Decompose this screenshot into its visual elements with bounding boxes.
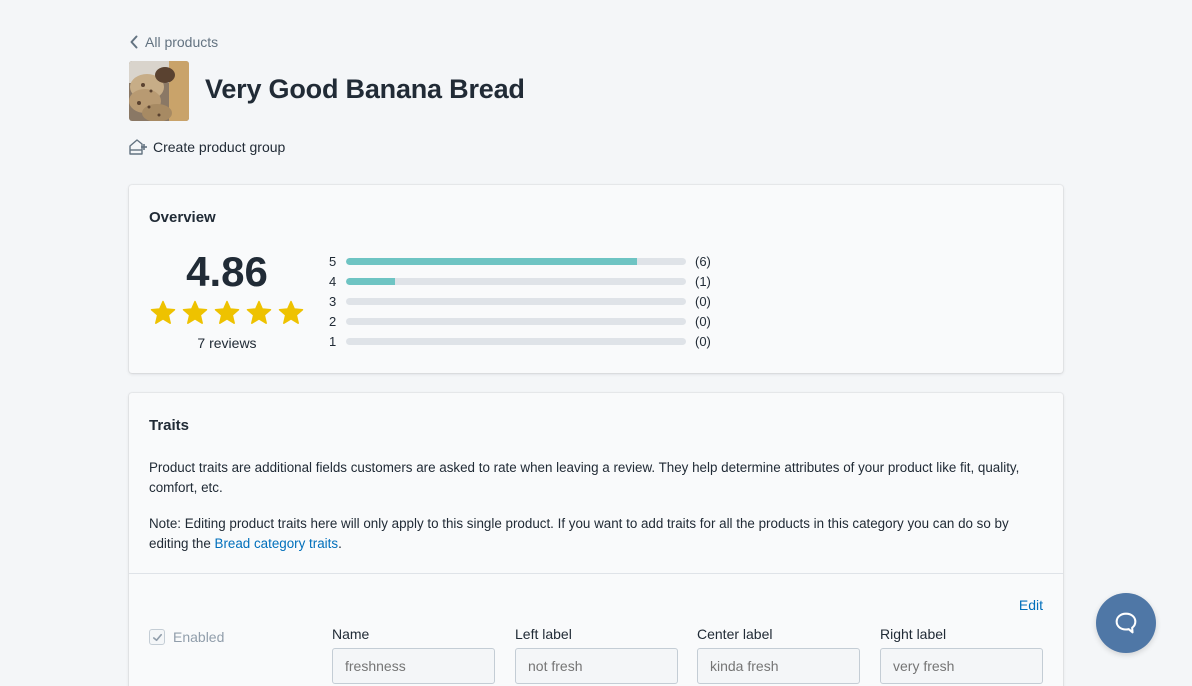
star-icon [182, 300, 208, 324]
rating-bar-star-label: 5 [329, 253, 337, 269]
create-group-label: Create product group [153, 139, 286, 155]
trait-left-label-field: Left label [515, 626, 678, 684]
product-image [129, 61, 189, 121]
rating-bar-row: 5 (6) [329, 251, 711, 271]
rating-bar-row: 4 (1) [329, 271, 711, 291]
rating-bar-count: (0) [695, 313, 711, 329]
enabled-checkbox[interactable]: Enabled [149, 629, 224, 645]
center-label-input[interactable] [697, 648, 860, 684]
trait-center-label-field: Center label [697, 626, 860, 684]
rating-bar-row: 1 (0) [329, 331, 711, 351]
bread-category-traits-link[interactable]: Bread category traits [215, 536, 339, 551]
page-title: Very Good Banana Bread [205, 74, 525, 104]
trait-name-field: Name [332, 626, 495, 684]
field-label: Name [332, 626, 370, 642]
chat-button[interactable] [1096, 593, 1156, 653]
rating-bar-star-label: 4 [329, 273, 337, 289]
back-link-label: All products [145, 34, 219, 50]
rating-bar-fill [346, 257, 638, 265]
traits-note-end: . [338, 536, 342, 551]
overview-card: Overview 4.86 7 reviews 5 (6) 4 (1) 3 (0) 2 (0)… [129, 185, 1063, 373]
star-icon [246, 300, 272, 324]
traits-card: Traits Product traits are additional fie… [129, 393, 1063, 686]
rating-bar-row: 2 (0) [329, 311, 711, 331]
chevron-left-icon [130, 35, 138, 49]
rating-bar-track [346, 297, 686, 305]
field-label: Center label [697, 626, 773, 642]
checkbox-checked-icon[interactable] [149, 629, 165, 645]
star-rating [149, 299, 305, 327]
chat-bubble-icon [1115, 612, 1137, 634]
rating-bar-row: 3 (0) [329, 291, 711, 311]
rating-bar-star-label: 2 [329, 313, 337, 329]
rating-bar-count: (0) [695, 293, 711, 309]
average-rating: 4.86 [186, 248, 268, 295]
create-product-group-button[interactable]: Create product group [128, 137, 285, 157]
traits-description: Product traits are additional fields cus… [149, 460, 1020, 495]
star-icon [214, 300, 240, 324]
rating-bar-star-label: 1 [329, 333, 337, 349]
field-label: Left label [515, 626, 572, 642]
reviews-count: 7 reviews [197, 335, 257, 351]
traits-note: Note: Editing product traits here will o… [149, 514, 1049, 554]
rating-bar-track [346, 257, 686, 265]
rating-bar-track [346, 337, 686, 345]
trait-right-label-field: Right label [880, 626, 1043, 684]
rating-bar-count: (6) [695, 253, 711, 269]
add-group-icon [129, 139, 147, 155]
edit-link[interactable]: Edit [1019, 597, 1043, 613]
right-label-input[interactable] [880, 648, 1043, 684]
rating-bar-count: (1) [695, 273, 711, 289]
enabled-label: Enabled [173, 629, 225, 645]
rating-bar-fill [346, 277, 395, 285]
rating-distribution: 5 (6) 4 (1) 3 (0) 2 (0) 1 (0) [329, 251, 711, 351]
trait-name-input[interactable] [332, 648, 495, 684]
overview-title: Overview [149, 209, 216, 226]
rating-summary: 4.86 7 reviews [149, 245, 305, 351]
traits-title: Traits [149, 417, 190, 434]
rating-bar-track [346, 317, 686, 325]
star-icon [278, 300, 304, 324]
star-icon [150, 300, 176, 324]
divider [129, 573, 1063, 574]
rating-bar-star-label: 3 [329, 293, 337, 309]
back-link-all-products[interactable]: All products [129, 34, 218, 50]
rating-bar-track [346, 277, 686, 285]
rating-bar-count: (0) [695, 333, 711, 349]
left-label-input[interactable] [515, 648, 678, 684]
field-label: Right label [880, 626, 947, 642]
